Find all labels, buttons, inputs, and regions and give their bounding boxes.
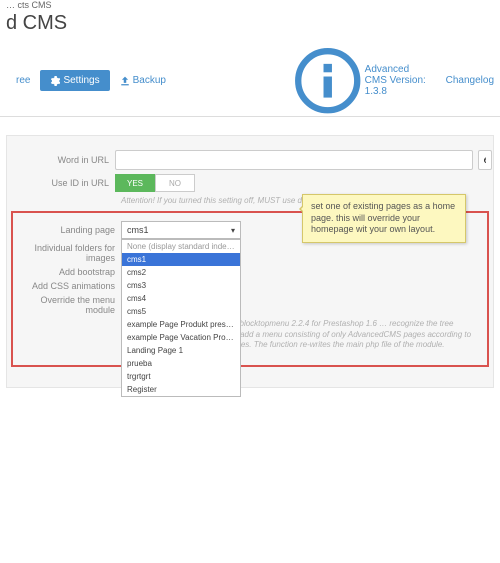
dropdown-option[interactable]: cms3: [122, 279, 240, 292]
dropdown-option[interactable]: cms5: [122, 305, 240, 318]
dropdown-option[interactable]: example Page Vacation Promotion: [122, 331, 240, 344]
select-value: cms1: [127, 225, 149, 235]
label-css-anim: Add CSS animations: [13, 281, 121, 291]
dropdown-option[interactable]: cms2: [122, 266, 240, 279]
use-id-toggle[interactable]: YES NO: [115, 174, 195, 192]
dropdown-option[interactable]: cms1: [122, 253, 240, 266]
toggle-yes[interactable]: YES: [115, 174, 155, 192]
label-landing: Landing page: [13, 225, 121, 235]
breadcrumb: … cts CMS: [0, 0, 500, 10]
label-word-in-url: Word in URL: [7, 155, 115, 165]
dropdown-option[interactable]: None (display standard index page): [122, 240, 240, 253]
settings-panel: Word in URL Use ID in URL YES NO Attenti…: [6, 135, 494, 388]
dropdown-option[interactable]: example Page Produkt presentation: [122, 318, 240, 331]
tab-bar: ree Settings Backup Advanced CMS Version…: [0, 45, 500, 117]
tab-content-tree[interactable]: ree: [6, 70, 40, 91]
tab-label: ree: [16, 75, 30, 86]
dropdown-option[interactable]: Landing Page 1: [122, 344, 240, 357]
label-use-id: Use ID in URL: [7, 178, 115, 188]
lang-input[interactable]: [478, 150, 492, 170]
dropdown-option[interactable]: prueba: [122, 357, 240, 370]
tab-label: Backup: [133, 75, 166, 86]
label-override: Override the menu module: [13, 295, 121, 315]
landing-page-dropdown: None (display standard index page)cms1cm…: [121, 239, 241, 397]
tab-settings[interactable]: Settings: [40, 70, 109, 91]
dropdown-option[interactable]: trgrtgrt: [122, 370, 240, 383]
label-folders: Individual folders for images: [13, 243, 121, 263]
tab-label: Settings: [63, 75, 99, 86]
info-icon: [294, 47, 361, 114]
landing-tooltip: set one of existing pages as a home page…: [302, 194, 466, 243]
page-title: d CMS: [0, 10, 500, 45]
toggle-no[interactable]: NO: [155, 174, 195, 192]
changelog-link[interactable]: Changelog: [443, 75, 494, 86]
tab-backup[interactable]: Backup: [110, 70, 176, 91]
version-info[interactable]: Advanced CMS Version: 1.3.8: [294, 47, 430, 114]
chevron-down-icon: ▾: [231, 226, 235, 235]
upload-icon: [120, 76, 130, 86]
dropdown-option[interactable]: cms4: [122, 292, 240, 305]
gear-icon: [50, 76, 60, 86]
label-bootstrap: Add bootstrap: [13, 267, 121, 277]
dropdown-option[interactable]: Register: [122, 383, 240, 396]
version-text: Advanced CMS Version: 1.3.8: [365, 64, 431, 97]
changelog-text: Changelog: [446, 75, 494, 86]
word-in-url-input[interactable]: [115, 150, 473, 170]
landing-page-select[interactable]: cms1 ▾: [121, 221, 241, 239]
